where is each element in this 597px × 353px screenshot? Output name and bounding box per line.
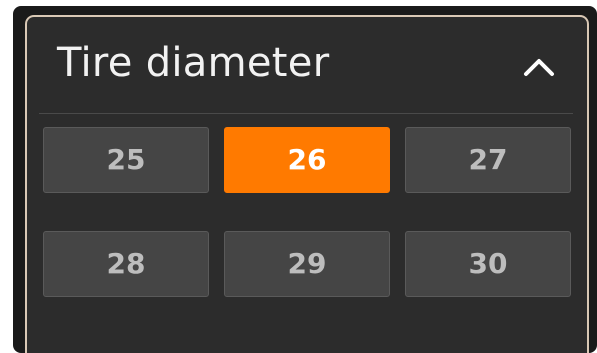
- option-28[interactable]: 28: [43, 231, 209, 297]
- option-29[interactable]: 29: [224, 231, 390, 297]
- option-30[interactable]: 30: [405, 231, 571, 297]
- option-27[interactable]: 27: [405, 127, 571, 193]
- option-25[interactable]: 25: [43, 127, 209, 193]
- panel-title: Tire diameter: [57, 40, 330, 86]
- chevron-up-icon: [524, 59, 554, 76]
- collapse-button[interactable]: [519, 47, 559, 87]
- option-26[interactable]: 26: [224, 127, 390, 193]
- header-divider: [39, 113, 573, 114]
- tire-diameter-panel: Tire diameter 25 26 27 28 29 30: [25, 15, 589, 353]
- panel-header[interactable]: Tire diameter: [27, 17, 587, 113]
